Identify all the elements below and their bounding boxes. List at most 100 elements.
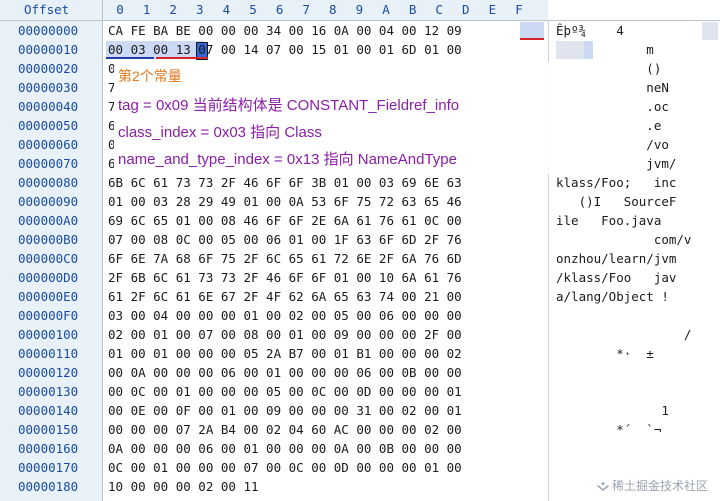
row-ascii[interactable]: 1 [556,401,718,420]
row-hex-bytes[interactable]: 02 00 01 00 07 00 08 00 01 00 09 00 00 0… [108,325,548,344]
column-header-0: 0 [116,2,124,17]
hex-row[interactable]: 00000160 0A 00 00 00 06 00 01 00 00 00 0A… [0,439,720,458]
row-offset: 00000160 [18,441,79,456]
column-header-9: 9 [355,2,364,17]
row-hex-bytes[interactable]: 69 6C 65 01 00 08 46 6F 6F 2E 6A 61 76 6… [108,211,548,230]
name-type-index-underline [156,57,208,59]
hex-row[interactable]: 000000C0 6F 6E 7A 68 6F 75 2F 6C 65 61 72… [0,249,720,268]
row-ascii[interactable]: () [556,59,718,78]
row-hex-bytes[interactable]: CA FE BA BE 00 00 00 34 00 16 0A 00 04 0… [108,21,548,40]
row-ascii[interactable]: *´ `¬ [556,420,718,439]
row-offset: 00000030 [18,80,79,95]
hex-row[interactable]: 00000080 6B 6C 61 73 73 2F 46 6F 6F 3B 01… [0,173,720,192]
juejin-logo-icon [596,482,609,491]
row-offset: 000000D0 [18,270,79,285]
row-hex-bytes[interactable]: 6B 6C 61 73 73 2F 46 6F 6F 3B 01 00 03 6… [108,173,548,192]
column-header-5: 5 [249,2,257,17]
column-header-D: D [462,2,470,17]
row-hex-bytes[interactable]: 00 00 00 07 2A B4 00 02 04 60 AC 00 00 0… [108,420,548,439]
offset-header: Offset [24,2,70,17]
row-hex-bytes[interactable]: 61 2F 6C 61 6E 67 2F 4F 62 6A 65 63 74 0… [108,287,548,306]
column-header-1: 1 [142,2,151,17]
row-hex-bytes[interactable]: 00 0E 00 0F 00 01 00 09 00 00 00 31 00 0… [108,401,548,420]
hex-row[interactable]: 00000130 00 0C 00 01 00 00 00 05 00 0C 00… [0,382,720,401]
row-ascii[interactable]: /klass/Foo jav [556,268,718,287]
row-hex-bytes[interactable]: 03 00 04 00 00 00 01 00 02 00 05 00 06 0… [108,306,548,325]
column-header-C: C [435,2,443,17]
row-offset: 000000A0 [18,213,79,228]
column-header-7: 7 [302,2,310,17]
row-hex-bytes[interactable]: 07 00 08 0C 00 05 00 06 01 00 1F 63 6F 6… [108,230,548,249]
watermark-text: 稀土掘金技术社区 [611,479,708,493]
row-offset: 00000020 [18,61,79,76]
row-ascii[interactable]: / [556,325,718,344]
row-ascii[interactable]: .oc [556,97,718,116]
row-offset: 000000E0 [18,289,79,304]
row-offset: 00000060 [18,137,79,152]
row-ascii[interactable]: neN [556,78,718,97]
row-offset: 000000C0 [18,251,79,266]
row-ascii[interactable]: ile Foo.java [556,211,718,230]
hex-row[interactable]: 000000F0 03 00 04 00 00 00 01 00 02 00 05… [0,306,720,325]
row-hex-bytes[interactable]: 0C 00 01 00 00 00 07 00 0C 00 0D 00 00 0… [108,458,548,477]
hex-row[interactable]: 00000090 01 00 03 28 29 49 01 00 0A 53 6F… [0,192,720,211]
row-offset: 000000F0 [18,308,79,323]
hex-row[interactable]: 000000B0 07 00 08 0C 00 05 00 06 01 00 1F… [0,230,720,249]
column-header-8: 8 [329,2,337,17]
row-offset: 00000070 [18,156,79,171]
row-ascii[interactable]: jvm/ [556,154,718,173]
row-hex-bytes[interactable]: 00 0A 00 00 00 06 00 01 00 00 00 06 00 0… [108,363,548,382]
annotation-title: 第2个常量 [118,68,182,84]
row-offset: 00000040 [18,99,79,114]
hex-row[interactable]: 00000100 02 00 01 00 07 00 08 00 01 00 09… [0,325,720,344]
annotation-class-index-line: class_index = 0x03 指向 Class [118,124,322,141]
column-header-B: B [408,2,417,17]
row-ascii[interactable]: *· ± [556,344,718,363]
hex-row[interactable]: 00000110 01 00 01 00 00 00 05 2A B7 00 01… [0,344,720,363]
row-ascii[interactable]: .e [556,116,718,135]
row-offset: 00000120 [18,365,79,380]
hex-row[interactable]: 00000170 0C 00 01 00 00 00 07 00 0C 00 0D… [0,458,720,477]
hex-row[interactable]: 00000120 00 0A 00 00 00 06 00 01 00 00 00… [0,363,720,382]
row-offset: 00000150 [18,422,79,437]
column-header-F: F [515,2,523,17]
column-header-E: E [488,2,497,17]
row-offset: 00000110 [18,346,79,361]
hex-row[interactable]: 000000D0 2F 6B 6C 61 73 73 2F 46 6F 6F 01… [0,268,720,287]
watermark: 稀土掘金技术社区 [592,476,712,495]
hex-row[interactable]: 000000A0 69 6C 65 01 00 08 46 6F 6F 2E 6A… [0,211,720,230]
row-hex-bytes[interactable]: 00 0C 00 01 00 00 00 05 00 0C 00 0D 00 0… [108,382,548,401]
annotation-name-type-line: name_and_type_index = 0x13 指向 NameAndTyp… [118,151,457,168]
row-offset: 00000100 [18,327,79,342]
class-index-underline [106,57,154,59]
row-hex-bytes[interactable]: 2F 6B 6C 61 73 73 2F 46 6F 6F 01 00 10 6… [108,268,548,287]
hex-row[interactable]: 00000140 00 0E 00 0F 00 01 00 09 00 00 00… [0,401,720,420]
row-offset: 00000090 [18,194,79,209]
hex-row[interactable]: 000000E0 61 2F 6C 61 6E 67 2F 4F 62 6A 65… [0,287,720,306]
column-header-4: 4 [222,2,231,17]
column-header-A: A [382,2,390,17]
row-offset: 00000000 [18,23,79,38]
row-hex-bytes[interactable]: 0A 00 00 00 06 00 01 00 00 00 0A 00 0B 0… [108,439,548,458]
row-ascii[interactable]: a/lang/Object ! [556,287,718,306]
row-ascii[interactable]: ()I SourceF [556,192,718,211]
row-hex-bytes[interactable]: 01 00 01 00 00 00 05 2A B7 00 01 B1 00 0… [108,344,548,363]
row-ascii[interactable]: m [556,40,718,59]
row-hex-bytes[interactable]: 10 00 00 00 02 00 11 [108,477,548,496]
row-ascii[interactable]: Êþº¾ 4 [556,21,718,40]
row-offset: 00000170 [18,460,79,475]
column-header-3: 3 [196,2,204,17]
hex-row[interactable]: 00000150 00 00 00 07 2A B4 00 02 04 60 AC… [0,420,720,439]
row-ascii[interactable]: klass/Foo; inc [556,173,718,192]
tag-underline [520,38,544,40]
ascii-header-blank [548,0,720,20]
row-ascii[interactable]: onzhou/learn/jvm [556,249,718,268]
row-ascii[interactable]: /vo [556,135,718,154]
row-hex-bytes[interactable]: 6F 6E 7A 68 6F 75 2F 6C 65 61 72 6E 2F 6… [108,249,548,268]
row-offset: 00000080 [18,175,79,190]
row-offset: 00000130 [18,384,79,399]
row-hex-bytes[interactable]: 01 00 03 28 29 49 01 00 0A 53 6F 75 72 6… [108,192,548,211]
row-ascii[interactable]: com/v [556,230,718,249]
row-offset: 000000B0 [18,232,79,247]
hex-row[interactable]: 00000000 CA FE BA BE 00 00 00 34 00 16 0A… [0,21,720,40]
